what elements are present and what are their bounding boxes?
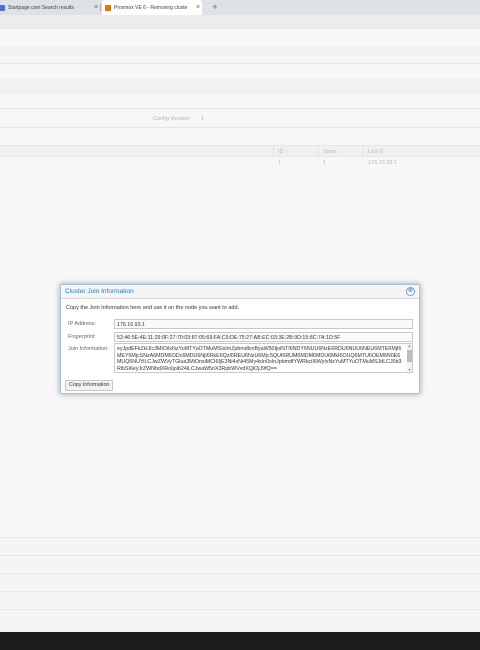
bottom-log-panel: [0, 537, 480, 632]
config-version-value: 1: [201, 116, 205, 122]
scroll-down-icon[interactable]: ▼: [407, 368, 412, 372]
dialog-instruction: Copy the Join Information here and use i…: [66, 305, 240, 311]
join-information-textarea[interactable]: eyJpdEFkZHJlc3MiOiIxNzYuMTYuOTMuMSIsImZp…: [114, 343, 413, 373]
browser-tab-strip: Startpage.com Search results × Proxmox V…: [0, 0, 480, 15]
column-header-votes[interactable]: Votes: [323, 149, 337, 155]
cluster-join-dialog: Cluster Join Information ⊗ Copy the Join…: [60, 284, 420, 394]
join-information-scrollbar[interactable]: ▲ ▼: [407, 344, 412, 372]
tab-close-icon[interactable]: ×: [194, 4, 202, 11]
new-tab-button[interactable]: +: [210, 0, 220, 15]
ip-address-label: IP Address:: [68, 321, 97, 327]
tab-close-icon[interactable]: ×: [92, 4, 100, 11]
dialog-title: Cluster Join Information: [65, 288, 134, 295]
ip-address-field[interactable]: 176.16.93.1: [114, 319, 413, 329]
column-header-link0[interactable]: Link 0: [368, 149, 383, 155]
column-header-id[interactable]: ID ↑: [278, 149, 288, 155]
proxmox-icon: [105, 4, 111, 11]
join-information-label: Join Information:: [68, 346, 109, 352]
dialog-header[interactable]: Cluster Join Information ⊗: [61, 285, 419, 299]
scrollbar-thumb[interactable]: [407, 350, 412, 362]
tab-title: Startpage.com Search results: [8, 4, 74, 11]
nodes-grid-header: ID ↑ Votes Link 0: [0, 145, 480, 157]
cell-link0: 176.16.93.1: [368, 160, 398, 166]
scroll-up-icon[interactable]: ▲: [407, 344, 412, 348]
fingerprint-field[interactable]: 52:46:5E:4E:11:29:0F:27:70:03:87:05:69:F…: [114, 332, 413, 342]
os-taskbar: [0, 632, 480, 650]
cell-id: 1: [278, 160, 282, 166]
startpage-icon: [0, 4, 5, 11]
config-version-label: Config Version:: [153, 116, 191, 122]
copy-information-button[interactable]: Copy Information: [65, 380, 114, 391]
cell-votes: 1: [323, 160, 327, 166]
browser-tab-proxmox[interactable]: Proxmox VE 6 - Removing cluste ×: [102, 0, 202, 15]
fingerprint-label: Fingerprint:: [68, 334, 96, 340]
tab-separator: [100, 4, 101, 11]
browser-tab-startpage[interactable]: Startpage.com Search results ×: [0, 0, 100, 15]
table-row[interactable]: 1 1 176.16.93.1: [0, 158, 480, 169]
close-icon[interactable]: ⊗: [406, 287, 415, 296]
tab-title: Proxmox VE 6 - Removing cluste: [114, 4, 188, 11]
toolbar-band: [0, 46, 480, 56]
app-header-band: [0, 15, 480, 29]
panel-header-band: [0, 78, 480, 94]
